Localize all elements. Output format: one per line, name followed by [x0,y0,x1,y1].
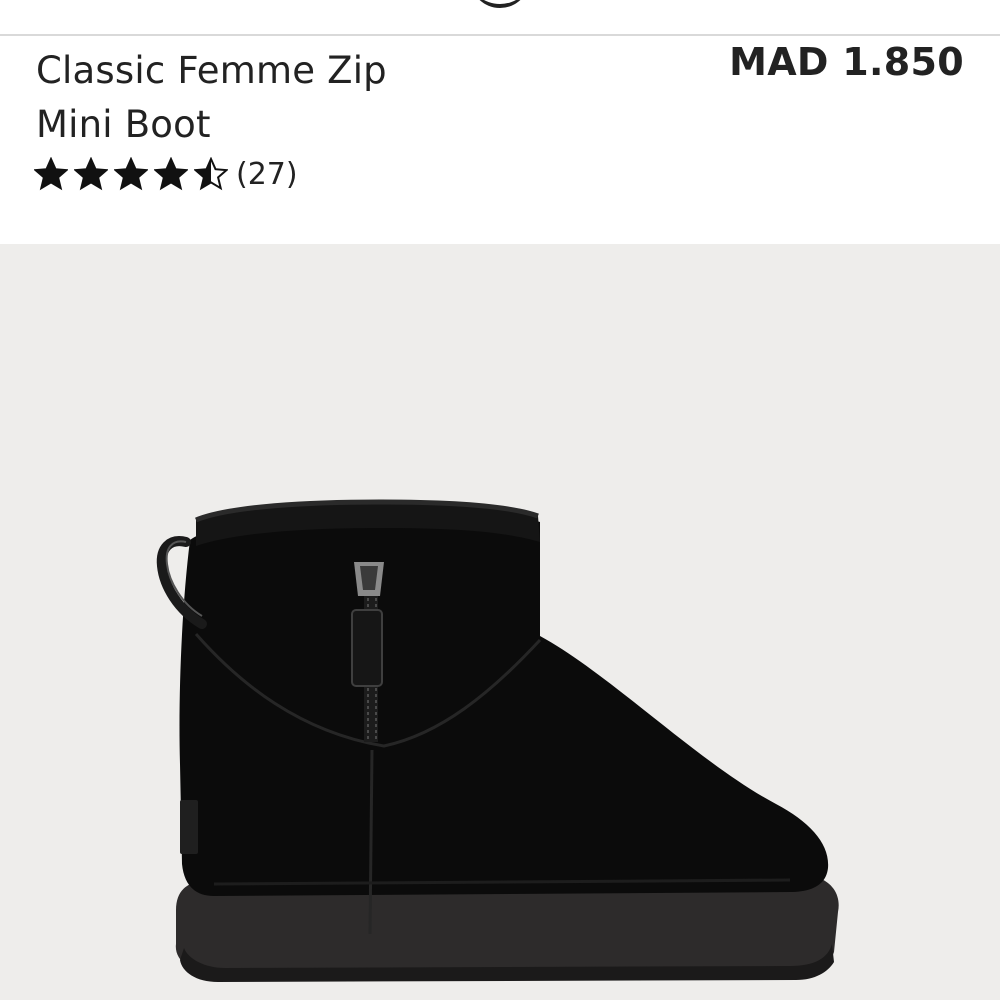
product-title-line-2: Mini Boot [36,103,211,146]
product-page: Classic Femme Zip Mini Boot MAD 1.850 (2… [0,0,1000,1000]
star-half-icon [194,157,228,191]
brand-logo-icon[interactable] [470,0,530,8]
star-full-icon [114,157,148,191]
boot-product-image-icon [156,499,839,982]
star-full-icon [34,157,68,191]
rating-row[interactable]: (27) [34,154,298,194]
top-header [0,0,1000,34]
header-divider [0,34,1000,36]
rating-stars [34,157,234,191]
star-full-icon [154,157,188,191]
review-count[interactable]: (27) [236,157,298,192]
star-full-icon [74,157,108,191]
product-title-line-1: Classic Femme Zip [36,49,387,92]
product-image-area[interactable] [0,244,1000,1000]
product-price: MAD 1.850 [729,40,964,84]
product-title: Classic Femme Zip Mini Boot [36,44,596,152]
